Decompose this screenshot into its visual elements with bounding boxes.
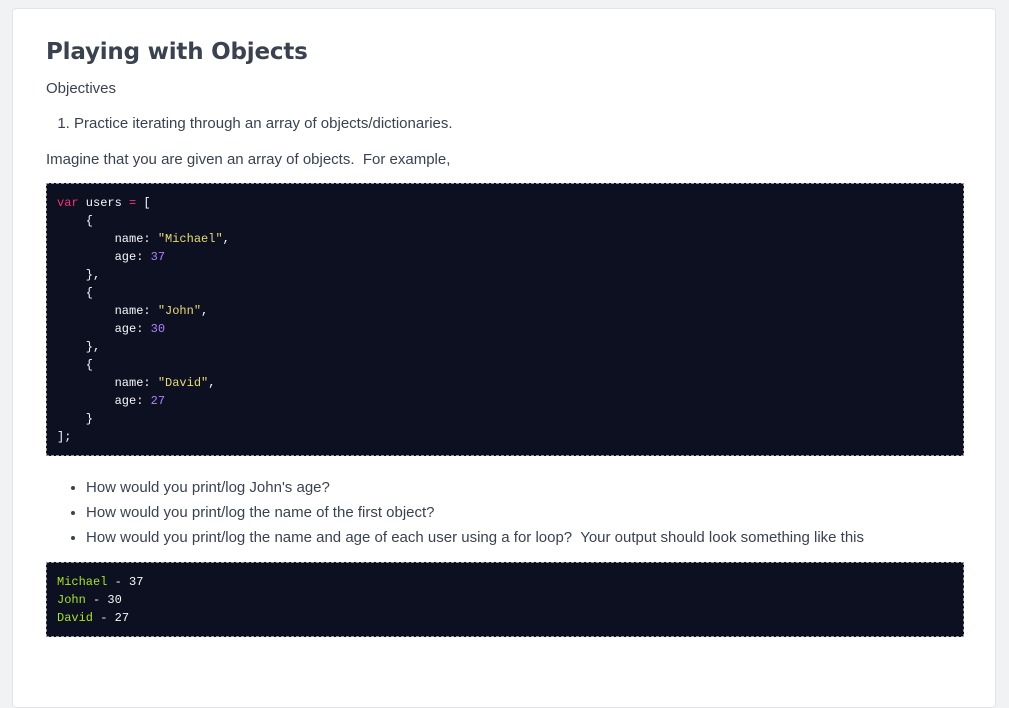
output-line: Michael - 37 <box>57 573 953 591</box>
comma: , <box>201 304 209 318</box>
objectives-heading: Objectives <box>46 80 117 97</box>
key-name: name: <box>57 376 158 390</box>
comma: , <box>222 232 230 246</box>
output-name: John <box>57 593 86 607</box>
key-age: age: <box>57 322 151 336</box>
bracket-open: [ <box>136 196 151 210</box>
code-line: }, <box>57 268 101 282</box>
output-line: John - 30 <box>57 591 953 609</box>
code-line: { <box>57 214 94 228</box>
output-separator: - <box>93 611 115 625</box>
output-name: Michael <box>57 575 108 589</box>
string-value: "John" <box>157 304 202 318</box>
code-line: } <box>57 412 94 426</box>
comma: , <box>208 376 216 390</box>
string-value: "Michael" <box>157 232 223 246</box>
content-card: Playing with Objects Objectives Practice… <box>12 8 996 708</box>
output-separator: - <box>85 593 108 607</box>
output-name: David <box>57 611 94 625</box>
code-line: var users = [ <box>57 194 953 212</box>
output-age: 27 <box>114 611 130 625</box>
keyword-var: var <box>57 196 79 210</box>
code-line: name: "John", <box>57 302 953 320</box>
objectives-list: Practice iterating through an array of o… <box>46 115 453 132</box>
code-line: ]; <box>57 430 72 444</box>
code-line: { <box>57 358 94 372</box>
code-line: age: 30 <box>57 320 953 338</box>
key-name: name: <box>57 232 158 246</box>
number-value: 30 <box>150 322 166 336</box>
key-name: name: <box>57 304 158 318</box>
questions-list: How would you print/log John's age? How … <box>46 479 864 554</box>
code-line: }, <box>57 340 101 354</box>
question-item: How would you print/log the name of the … <box>86 504 864 529</box>
code-line: { <box>57 286 94 300</box>
code-line: age: 37 <box>57 248 953 266</box>
code-example-users: var users = [ { name: "Michael", age: 37… <box>46 183 964 456</box>
string-value: "David" <box>157 376 209 390</box>
code-line: name: "David", <box>57 374 953 392</box>
output-separator: - <box>107 575 130 589</box>
output-line: David - 27 <box>57 609 953 627</box>
key-age: age: <box>57 250 151 264</box>
number-value: 27 <box>150 394 166 408</box>
key-age: age: <box>57 394 151 408</box>
question-item: How would you print/log John's age? <box>86 479 864 504</box>
variable-users: users <box>78 196 130 210</box>
intro-text: Imagine that you are given an array of o… <box>46 151 451 168</box>
output-age: 37 <box>129 575 144 589</box>
number-value: 37 <box>150 250 166 264</box>
code-line: age: 27 <box>57 392 953 410</box>
code-line: name: "Michael", <box>57 230 953 248</box>
objective-item: Practice iterating through an array of o… <box>74 115 453 132</box>
question-item: How would you print/log the name and age… <box>86 529 864 554</box>
page-title: Playing with Objects <box>46 39 308 65</box>
code-example-output: Michael - 37 John - 30 David - 27 <box>46 562 964 637</box>
output-age: 30 <box>107 593 122 607</box>
